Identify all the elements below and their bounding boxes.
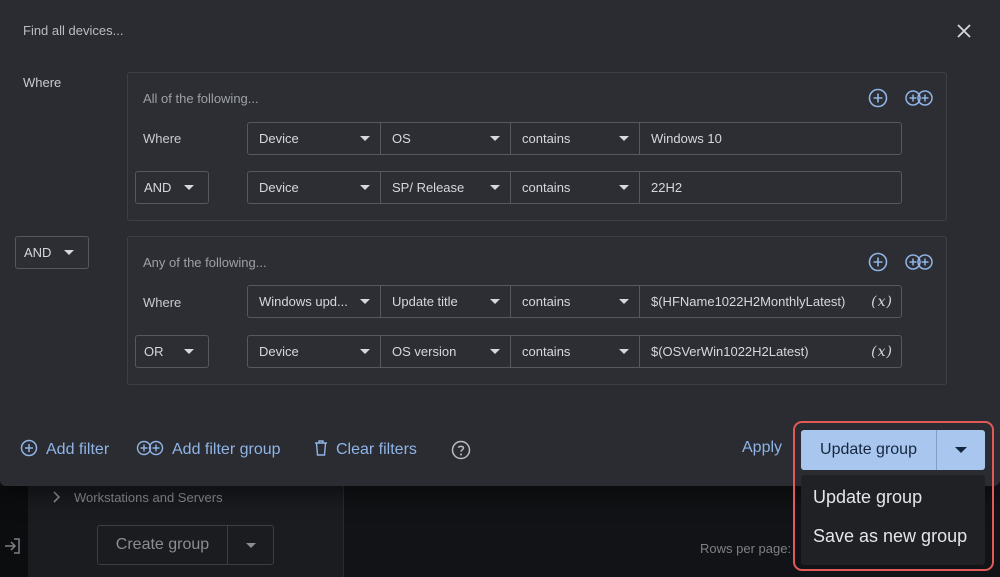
select-value: Device: [259, 131, 299, 146]
caret-down-icon: [64, 250, 74, 255]
add-nested-group-icon[interactable]: [904, 87, 934, 109]
update-group-dropdown-toggle[interactable]: [937, 430, 985, 470]
select-value: contains: [522, 344, 571, 359]
value-input[interactable]: $(OSVerWin1022H2Latest) (x): [640, 336, 901, 367]
caret-down-icon: [619, 349, 629, 354]
caret-down-icon: [490, 349, 500, 354]
add-condition-icon[interactable]: [867, 251, 889, 273]
group-connector-select[interactable]: AND: [15, 236, 89, 269]
add-nested-group-icon[interactable]: [904, 251, 934, 273]
variable-fx-icon[interactable]: (x): [871, 344, 893, 360]
field-attribute-select[interactable]: OS: [381, 123, 511, 154]
group-title: Any of the following...: [143, 255, 267, 270]
caret-down-icon: [490, 136, 500, 141]
group-title: All of the following...: [143, 91, 259, 106]
logout-icon[interactable]: [3, 536, 23, 556]
select-value: SP/ Release: [392, 180, 465, 195]
select-value: AND: [24, 245, 52, 260]
field-attribute-select[interactable]: OS version: [381, 336, 511, 367]
select-value: AND: [144, 180, 172, 195]
caret-down-icon: [619, 185, 629, 190]
add-filter-label: Add filter: [46, 441, 110, 458]
field-category-select[interactable]: Device: [248, 336, 381, 367]
field-attribute-select[interactable]: Update title: [381, 286, 511, 317]
operator-select[interactable]: contains: [511, 336, 640, 367]
add-condition-icon[interactable]: [867, 87, 889, 109]
select-value: contains: [522, 180, 571, 195]
caret-down-icon: [360, 349, 370, 354]
create-group-split-button[interactable]: Create group: [97, 525, 274, 565]
select-value: OR: [144, 344, 164, 359]
operator-select[interactable]: contains: [511, 286, 640, 317]
create-group-dropdown[interactable]: [228, 526, 273, 564]
update-group-button[interactable]: Update group: [801, 430, 937, 470]
tree-item-label: Workstations and Servers: [74, 489, 223, 505]
caret-down-icon: [184, 349, 194, 354]
input-value: $(OSVerWin1022H2Latest): [651, 344, 809, 359]
add-circle-icon: [20, 439, 38, 462]
input-value: 22H2: [651, 180, 683, 195]
caret-down-icon: [360, 299, 370, 304]
rows-per-page-label: Rows per page:: [700, 541, 792, 556]
caret-down-icon: [619, 136, 629, 141]
menu-item-update-group[interactable]: Update group: [813, 487, 922, 508]
caret-down-icon: [619, 299, 629, 304]
caret-down-icon: [490, 299, 500, 304]
chevron-right-icon: [48, 489, 64, 505]
update-group-split-button[interactable]: Update group: [801, 430, 985, 470]
select-value: OS: [392, 131, 411, 146]
outer-where-label: Where: [23, 75, 62, 90]
field-category-select[interactable]: Windows upd...: [248, 286, 381, 317]
condition-row: Device OS version contains $(OSVerWin102…: [247, 335, 902, 368]
add-group-icon: [136, 439, 164, 462]
row-connector-select[interactable]: OR: [135, 335, 209, 368]
caret-down-icon: [955, 447, 967, 453]
menu-item-save-as-new-group[interactable]: Save as new group: [813, 526, 967, 547]
create-group-button[interactable]: Create group: [98, 526, 228, 564]
value-input[interactable]: Windows 10: [640, 123, 901, 154]
tree-item-workstations[interactable]: Workstations and Servers: [48, 488, 223, 506]
app-sidebar: [0, 486, 28, 577]
apply-button[interactable]: Apply: [742, 439, 782, 457]
select-value: Device: [259, 180, 299, 195]
caret-down-icon: [184, 185, 194, 190]
condition-row: Device SP/ Release contains 22H2: [247, 171, 902, 204]
add-filter-group-label: Add filter group: [172, 441, 281, 458]
modal-title: Find all devices...: [23, 23, 124, 38]
clear-filters-label: Clear filters: [336, 441, 417, 458]
operator-select[interactable]: contains: [511, 123, 640, 154]
row-connector-where: Where: [143, 131, 182, 146]
filter-modal: Find all devices... Where All of the fol…: [0, 0, 1000, 486]
caret-down-icon: [490, 185, 500, 190]
variable-fx-icon[interactable]: (x): [871, 294, 893, 310]
select-value: Windows upd...: [259, 294, 348, 309]
select-value: contains: [522, 294, 571, 309]
condition-row: Windows upd... Update title contains $(H…: [247, 285, 902, 318]
help-icon[interactable]: [450, 439, 472, 461]
condition-row: Device OS contains Windows 10: [247, 122, 902, 155]
value-input[interactable]: $(HFName1022H2MonthlyLatest) (x): [640, 286, 901, 317]
select-value: Update title: [392, 294, 458, 309]
trash-icon: [314, 439, 328, 462]
field-attribute-select[interactable]: SP/ Release: [381, 172, 511, 203]
caret-down-icon: [360, 185, 370, 190]
field-category-select[interactable]: Device: [248, 172, 381, 203]
caret-down-icon: [360, 136, 370, 141]
close-icon[interactable]: [953, 20, 975, 42]
clear-filters-button[interactable]: Clear filters: [314, 439, 417, 461]
input-value: Windows 10: [651, 131, 722, 146]
input-value: $(HFName1022H2MonthlyLatest): [651, 294, 846, 309]
caret-down-icon: [245, 542, 256, 548]
field-category-select[interactable]: Device: [248, 123, 381, 154]
select-value: Device: [259, 344, 299, 359]
select-value: OS version: [392, 344, 457, 359]
select-value: contains: [522, 131, 571, 146]
add-filter-group-button[interactable]: Add filter group: [136, 439, 281, 461]
operator-select[interactable]: contains: [511, 172, 640, 203]
add-filter-button[interactable]: Add filter: [20, 439, 109, 461]
value-input[interactable]: 22H2: [640, 172, 901, 203]
row-connector-select[interactable]: AND: [135, 171, 209, 204]
row-connector-where: Where: [143, 295, 182, 310]
update-group-menu: Update group Save as new group: [801, 475, 985, 565]
